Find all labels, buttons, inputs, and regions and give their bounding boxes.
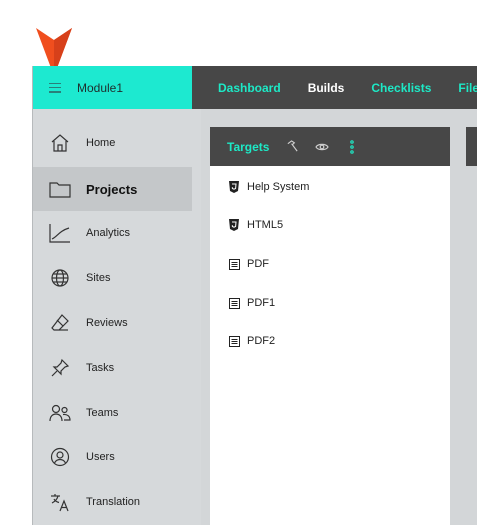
sidebar-item-label: Home <box>86 137 116 149</box>
translate-icon <box>49 491 71 513</box>
eraser-icon <box>49 312 71 334</box>
sidebar-item-sites[interactable]: Sites <box>33 256 192 300</box>
list-item[interactable]: PDF1 <box>228 294 275 312</box>
globe-icon <box>49 267 71 289</box>
sidebar-item-tasks[interactable]: Tasks <box>33 346 192 390</box>
analytics-icon <box>49 222 71 244</box>
home-icon <box>49 132 71 154</box>
top-navigation: Dashboard Builds Checklists Files <box>192 66 477 109</box>
sidebar-item-translation[interactable]: Translation <box>33 480 192 524</box>
target-label: PDF <box>247 258 269 270</box>
team-icon <box>49 402 71 424</box>
sidebar-item-label: Reviews <box>86 317 128 329</box>
user-circle-icon <box>49 446 71 468</box>
secondary-panel-header <box>466 127 477 166</box>
sidebar-item-label: Teams <box>86 407 119 419</box>
html5-icon <box>228 181 240 193</box>
sidebar-item-label: Projects <box>86 181 138 197</box>
app-frame: Module1 Dashboard Builds Checklists File… <box>32 66 477 525</box>
target-label: Help System <box>247 181 310 193</box>
tab-dashboard[interactable]: Dashboard <box>218 81 281 95</box>
sidebar-item-users[interactable]: Users <box>33 435 192 479</box>
sidebar-item-label: Analytics <box>86 227 131 239</box>
html5-icon <box>228 219 240 231</box>
target-label: PDF1 <box>247 297 276 309</box>
target-label: HTML5 <box>247 219 284 231</box>
list-item[interactable]: PDF <box>228 255 269 273</box>
sidebar-item-home[interactable]: Home <box>33 121 192 165</box>
sidebar-item-analytics[interactable]: Analytics <box>33 211 192 255</box>
more-vertical-icon[interactable] <box>345 139 359 154</box>
list-item[interactable]: Help System <box>228 178 309 196</box>
list-item[interactable]: PDF2 <box>228 332 275 350</box>
pdf-icon <box>228 258 240 270</box>
target-label: PDF2 <box>247 335 276 347</box>
list-item[interactable]: HTML5 <box>228 216 283 234</box>
pdf-icon <box>228 335 240 347</box>
targets-panel: Targets Help System HTML5 PDF PDF1 PDF2 <box>210 127 450 525</box>
sidebar-item-projects[interactable]: Projects <box>33 167 192 211</box>
tab-checklists[interactable]: Checklists <box>371 81 431 95</box>
tab-builds[interactable]: Builds <box>308 81 345 95</box>
sidebar: Home Projects Analytics Sites Reviews Ta… <box>33 109 201 525</box>
targets-panel-header: Targets <box>210 127 450 166</box>
pin-icon <box>49 357 71 379</box>
sidebar-item-label: Users <box>86 451 115 463</box>
hamburger-menu-icon[interactable] <box>49 82 61 94</box>
sidebar-item-reviews[interactable]: Reviews <box>33 301 192 345</box>
pdf-icon <box>228 297 240 309</box>
eye-icon[interactable] <box>315 140 330 154</box>
hammer-icon[interactable] <box>285 140 299 154</box>
module-name[interactable]: Module1 <box>77 81 123 95</box>
panel-title[interactable]: Targets <box>227 140 269 154</box>
sidebar-item-label: Sites <box>86 272 111 284</box>
module-bar: Module1 <box>33 66 192 109</box>
folder-icon <box>49 178 71 200</box>
sidebar-item-label: Translation <box>86 496 141 508</box>
sidebar-item-label: Tasks <box>86 362 115 374</box>
tab-files[interactable]: Files <box>458 81 477 95</box>
sidebar-item-teams[interactable]: Teams <box>33 391 192 435</box>
